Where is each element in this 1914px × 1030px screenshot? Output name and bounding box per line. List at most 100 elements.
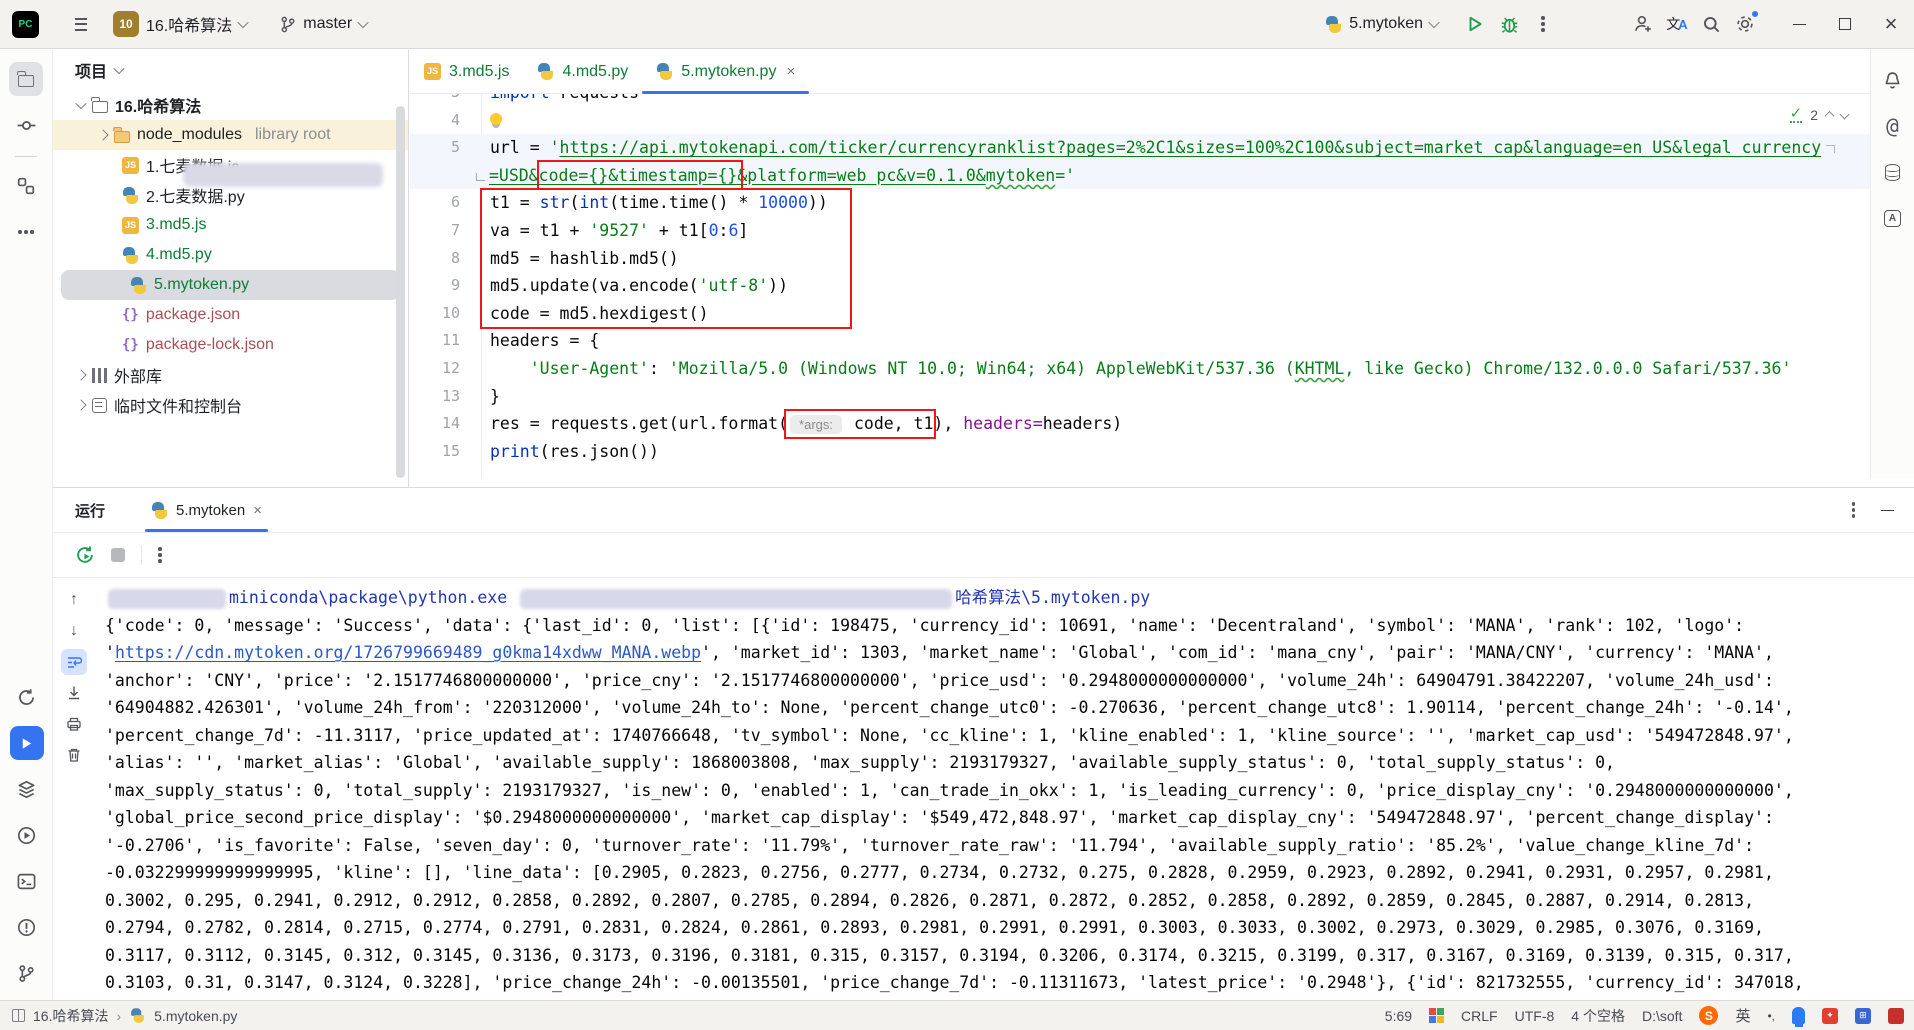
project-tree-item[interactable]: node_modules library root [53,120,408,150]
ai-assistant-button[interactable]: @ [1877,110,1909,142]
chevron-down-icon[interactable] [75,97,87,110]
color-grid-icon[interactable] [1429,1008,1445,1023]
toolbox-icon[interactable]: ✦ [1822,1007,1838,1024]
code-line[interactable]: 14 res = requests.get(url.format(*args: c… [410,410,1870,438]
line-separator[interactable]: CRLF [1461,1008,1498,1024]
tree-item-label: 4.md5.py [146,246,212,263]
sogou-icon[interactable]: S [1699,1006,1719,1025]
run-more-options-button[interactable] [158,553,162,557]
mic-icon[interactable] [1792,1007,1805,1027]
next-problem-icon[interactable] [1839,109,1850,120]
close-icon[interactable]: × [253,502,262,519]
chevron-right-icon[interactable] [75,369,87,381]
code-line[interactable]: 15 print(res.json()) [410,438,1870,466]
status-file[interactable]: 5.mytoken.py [154,1008,237,1024]
problems-tool-button[interactable] [10,910,44,944]
workspace-icon[interactable] [12,1009,25,1022]
ime-mode[interactable]: 英 [1735,1005,1750,1026]
indent-style[interactable]: 4 个空格 [1571,1006,1625,1026]
close-icon[interactable]: × [786,63,795,80]
version-control-tool-button[interactable] [10,956,44,990]
code-line[interactable]: 4 [410,107,1870,135]
console-link[interactable]: https://cdn.mytoken.org/1726799669489_g0… [115,643,701,662]
status-project[interactable]: 16.哈希算法 [33,1006,108,1026]
python-packages-tool-button[interactable] [10,772,44,806]
hide-panel-button[interactable] [1881,509,1894,511]
chevron-right-icon[interactable] [75,399,87,411]
project-widget[interactable]: 10 16.哈希算法 [103,7,257,41]
chevron-right-icon[interactable] [97,129,109,141]
project-tree-item[interactable]: package.json [53,300,408,330]
file-encoding[interactable]: UTF-8 [1515,1008,1555,1024]
grid-icon[interactable]: ⊞ [1855,1007,1871,1024]
scroll-up-button[interactable]: ↑ [61,587,87,613]
editor-tab[interactable]: 4.md5.py [523,50,642,93]
debug-button[interactable] [1492,7,1526,41]
code-line[interactable]: 11 headers = { [410,327,1870,355]
translate-button[interactable]: 文A [1660,7,1694,41]
project-panel-header[interactable]: 项目 [53,50,408,90]
editor-tab[interactable]: 3.md5.js [410,50,523,93]
tray-red-icon[interactable] [1888,1007,1904,1024]
ime-punct: •, [1767,1008,1775,1023]
settings-button[interactable] [1728,7,1762,41]
services-tool-button[interactable] [10,818,44,852]
scroll-to-end-button[interactable] [61,680,87,706]
run-config-selector[interactable]: 5.mytoken [1315,7,1448,41]
project-tree-item[interactable]: package-lock.json [53,330,408,360]
database-button[interactable] [1877,156,1909,188]
more-tool-windows-button[interactable] [9,215,43,249]
code-line[interactable]: 3import requests [410,94,1870,107]
project-tree-item[interactable]: 4.md5.py [53,240,408,270]
run-tab[interactable]: 5.mytoken × [145,488,268,532]
soft-wrap-button[interactable] [61,649,87,675]
editor-tab[interactable]: 5.mytoken.py × [642,50,810,94]
translation-button[interactable]: A [1877,202,1909,234]
editor-area: 3.md5.js4.md5.py5.mytoken.py× 3import re… [410,50,1870,478]
print-button[interactable] [61,711,87,737]
code-line[interactable]: 13} [410,383,1870,411]
project-tree-item[interactable]: 临时文件和控制台 [53,390,408,420]
terminal-tool-button[interactable] [10,864,44,898]
code-editor[interactable]: 3import requests45url = 'https://api.myt… [410,94,1870,478]
interpreter[interactable]: D:\soft [1642,1008,1682,1024]
editor-tab-bar: 3.md5.js 4.md5.py 5.mytoken.py × [410,50,1870,94]
caret-position[interactable]: 5:69 [1385,1008,1412,1024]
run-tool-window-button[interactable] [9,726,44,760]
console[interactable]: ↑ ↓ miniconda\package\python.exe 哈希算法\5.… [53,579,1914,1000]
run-button[interactable] [1458,7,1492,41]
code-with-me-button[interactable] [1626,7,1660,41]
commit-tool-button[interactable] [9,108,43,142]
structure-tool-button[interactable] [9,169,43,203]
translate-box-icon: A [1884,209,1901,227]
run-panel-options-button[interactable] [1851,508,1855,512]
project-tree-item[interactable]: 外部库 [53,360,408,390]
annotation-red-box-format-args [784,409,936,439]
search-everywhere-button[interactable] [1694,7,1728,41]
branch-widget[interactable]: master [269,7,377,41]
project-tool-button[interactable] [9,62,43,96]
more-actions-button[interactable] [1526,7,1560,41]
code-line[interactable]: 5 url = 'https://api.mytokenapi.com/ticke… [410,134,1870,162]
prev-problem-icon[interactable] [1824,110,1835,121]
project-tree-item[interactable]: 3.md5.js [53,210,408,240]
project-tree-item[interactable]: 16.哈希算法 [53,90,408,120]
json-file-icon [122,307,139,323]
inspections-widget[interactable]: ✓ 2 [1783,104,1854,125]
rerun-button[interactable] [75,545,95,565]
annotation-red-box-md5-block [480,188,852,329]
clear-console-button[interactable] [61,742,87,768]
project-scrollbar[interactable] [396,106,405,478]
main-menu-button[interactable] [53,7,87,41]
scroll-down-button[interactable]: ↓ [61,618,87,644]
branch-name: master [303,15,353,32]
python-console-tool-button[interactable] [10,680,44,714]
project-badge: 10 [113,11,139,37]
minimize-button[interactable] [1776,0,1822,49]
console-toolbar: ↑ ↓ [59,587,89,768]
notifications-button[interactable] [1877,64,1909,96]
project-tree-item[interactable]: 5.mytoken.py [61,270,400,300]
close-button[interactable]: × [1868,0,1914,49]
code-line[interactable]: 12 'User-Agent': 'Mozilla/5.0 (Windows N… [410,355,1870,383]
maximize-button[interactable] [1822,0,1868,49]
